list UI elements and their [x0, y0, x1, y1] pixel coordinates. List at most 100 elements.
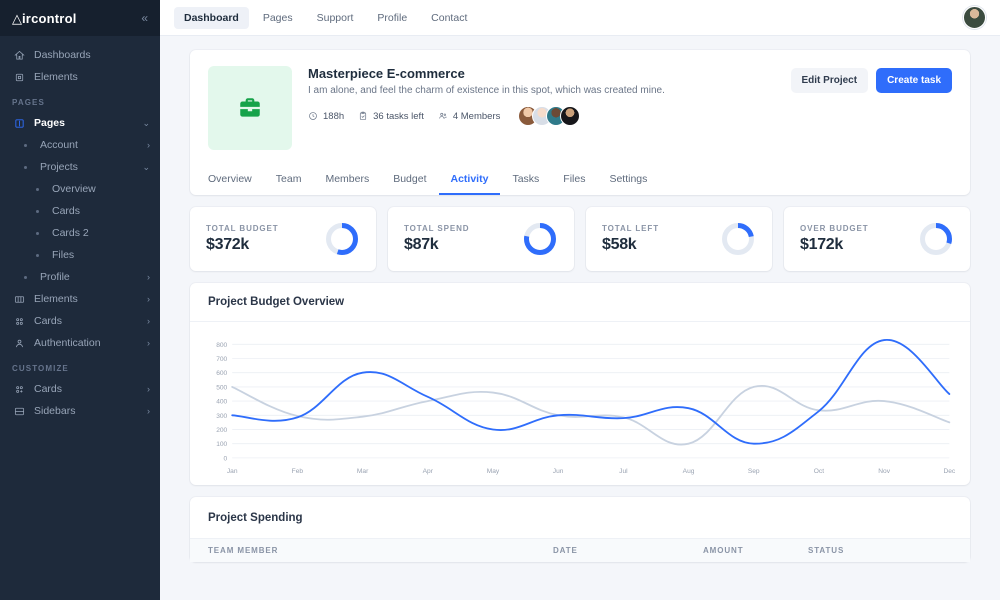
page-title: Masterpiece E-commerce	[308, 66, 791, 81]
project-meta-text: 4 Members	[453, 111, 501, 122]
y-tick-label: 500	[216, 384, 227, 391]
edit-project-button[interactable]: Edit Project	[791, 68, 869, 93]
column-status: STATUS	[808, 546, 952, 555]
app-root: △ ircontrol « DashboardsElementsPAGESPag…	[0, 0, 1000, 600]
sidebar-item-overview[interactable]: Overview	[0, 178, 160, 200]
bullet-icon	[18, 276, 32, 279]
sidebar-item-authentication[interactable]: Authentication›	[0, 332, 160, 354]
chevron-right-icon[interactable]: ›	[147, 316, 150, 326]
chip-icon	[14, 72, 25, 83]
top-bar: DashboardPagesSupportProfileContact	[160, 0, 1000, 36]
project-spending-title: Project Spending	[208, 512, 952, 524]
x-tick-label: Oct	[814, 468, 824, 475]
sidebar-item-label: Cards 2	[52, 227, 150, 239]
project-spending-card: Project Spending TEAM MEMBER DATE AMOUNT…	[190, 497, 970, 562]
tab-budget[interactable]: Budget	[381, 164, 438, 195]
tab-tasks[interactable]: Tasks	[500, 164, 551, 195]
chevron-down-icon[interactable]: ⌄	[142, 162, 150, 173]
sidebar-item-dashboards[interactable]: Dashboards	[0, 44, 160, 66]
tab-settings[interactable]: Settings	[597, 164, 659, 195]
y-tick-label: 800	[216, 342, 227, 349]
progress-ring	[720, 221, 756, 257]
user-icon	[12, 336, 26, 350]
chevron-down-icon[interactable]: ⌄	[142, 118, 150, 129]
clipboard-check-icon	[358, 111, 368, 121]
tab-overview[interactable]: Overview	[208, 164, 264, 195]
avatar[interactable]	[560, 106, 580, 126]
budget-overview-title: Project Budget Overview	[208, 296, 952, 308]
top-nav-support[interactable]: Support	[307, 7, 364, 29]
tab-members[interactable]: Members	[313, 164, 381, 195]
create-task-button[interactable]: Create task	[876, 68, 952, 93]
tab-team[interactable]: Team	[264, 164, 314, 195]
chevrons-left-icon[interactable]: «	[141, 12, 148, 24]
tab-files[interactable]: Files	[551, 164, 597, 195]
top-nav-dashboard[interactable]: Dashboard	[174, 7, 249, 29]
column-team-member: TEAM MEMBER	[208, 546, 553, 555]
columns-icon	[14, 294, 25, 305]
bullet-icon	[30, 188, 44, 191]
stat-text: TOTAL LEFT$58k	[602, 224, 720, 254]
chevron-right-icon[interactable]: ›	[147, 384, 150, 394]
book-icon	[12, 116, 26, 130]
project-meta-item: 188h	[308, 111, 344, 122]
progress-ring	[324, 221, 360, 257]
sidebar-item-elements[interactable]: Elements	[0, 66, 160, 88]
sidebar-item-label: Account	[40, 139, 141, 151]
x-tick-label: Apr	[423, 468, 434, 475]
stat-text: TOTAL BUDGET $372k	[206, 224, 324, 254]
x-tick-label: Feb	[292, 468, 304, 475]
top-nav-contact[interactable]: Contact	[421, 7, 477, 29]
main-area: DashboardPagesSupportProfileContact Mast…	[160, 0, 1000, 600]
stat-card-total-left: TOTAL LEFT$58k	[586, 207, 772, 271]
sidebar-brand[interactable]: △ ircontrol «	[0, 0, 160, 36]
stat-text: OVER BUDGET$172k	[800, 224, 918, 254]
sidebar-item-projects[interactable]: Projects⌄	[0, 156, 160, 178]
sidebar-item-cards[interactable]: Cards ›	[0, 310, 160, 332]
stat-label: TOTAL BUDGET	[206, 224, 324, 233]
stat-value: $372k	[206, 236, 324, 254]
sidebar-item-label: Cards	[34, 315, 141, 327]
sidebar-item-cards[interactable]: Cards	[0, 200, 160, 222]
bullet-icon	[18, 144, 32, 147]
grid-icon	[12, 314, 26, 328]
grid-plus-icon	[14, 384, 25, 395]
sidebar-item-label: Files	[52, 249, 150, 261]
sidebar-item-sidebars[interactable]: Sidebars›	[0, 400, 160, 422]
y-tick-label: 400	[216, 399, 227, 406]
stat-value: $87k	[404, 236, 522, 254]
sidebar-item-label: Pages	[34, 117, 136, 129]
stat-card-total-spend: TOTAL SPEND$87k	[388, 207, 574, 271]
sidebar-icon	[12, 404, 26, 418]
sidebar-item-files[interactable]: Files	[0, 244, 160, 266]
sidebar-item-account[interactable]: Account ›	[0, 134, 160, 156]
y-tick-label: 0	[224, 455, 228, 462]
sidebar-item-label: Elements	[34, 71, 150, 83]
stat-label: TOTAL LEFT	[602, 224, 720, 233]
sidebar-item-elements[interactable]: Elements›	[0, 288, 160, 310]
series-budget	[232, 340, 949, 444]
x-tick-label: Dec	[943, 468, 955, 475]
users-icon	[438, 111, 448, 121]
top-nav-profile[interactable]: Profile	[367, 7, 417, 29]
chevron-right-icon[interactable]: ›	[147, 338, 150, 348]
sidebar-item-pages[interactable]: Pages ⌄	[0, 112, 160, 134]
project-actions: Edit Project Create task	[791, 66, 953, 93]
chevron-right-icon[interactable]: ›	[147, 406, 150, 416]
project-meta-item: 4 Members	[438, 111, 501, 122]
sidebar-item-cards[interactable]: Cards›	[0, 378, 160, 400]
sidebar-icon	[14, 406, 25, 417]
column-date: DATE	[553, 546, 703, 555]
chevron-right-icon[interactable]: ›	[147, 294, 150, 304]
clock-icon	[308, 111, 318, 121]
chevron-right-icon[interactable]: ›	[147, 140, 150, 150]
avatar[interactable]	[963, 6, 986, 29]
tab-activity[interactable]: Activity	[439, 164, 501, 195]
sidebar-item-profile[interactable]: Profile›	[0, 266, 160, 288]
project-meta-text: 36 tasks left	[373, 111, 424, 122]
chevron-right-icon[interactable]: ›	[147, 272, 150, 282]
users-icon	[438, 111, 448, 121]
top-nav-pages[interactable]: Pages	[253, 7, 303, 29]
sidebar-item-cards-2[interactable]: Cards 2	[0, 222, 160, 244]
x-tick-label: Aug	[683, 468, 695, 475]
